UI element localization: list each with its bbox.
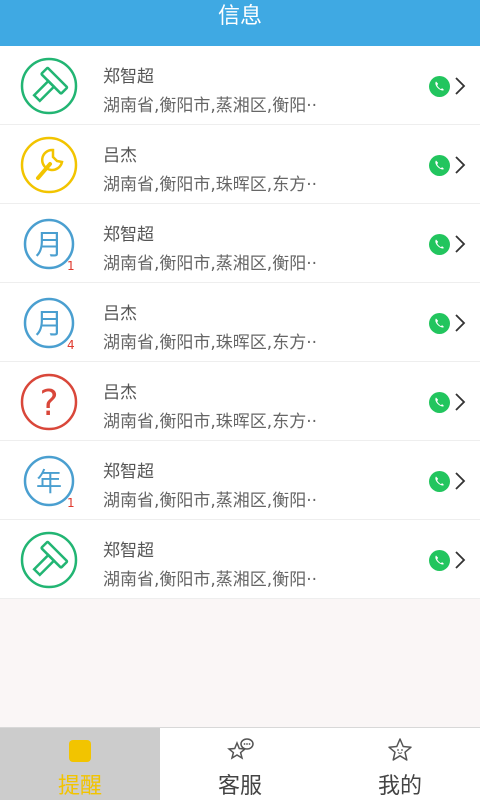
tab-label: 提醒: [57, 774, 102, 799]
tab-mine[interactable]: 我的: [320, 728, 480, 800]
phone-icon[interactable]: [429, 234, 450, 255]
list-item[interactable]: 年 1 郑智超 湖南省,衡阳市,蒸湘区,衡阳··: [0, 441, 480, 520]
contact-address: 湖南省,衡阳市,蒸湘区,衡阳··: [103, 96, 318, 116]
year-icon: 年 1: [20, 452, 78, 510]
phone-icon[interactable]: [429, 392, 450, 413]
phone-icon[interactable]: [429, 550, 450, 571]
count-badge: 4: [67, 338, 75, 352]
hammer-icon: [20, 531, 78, 589]
chevron-right-icon[interactable]: [454, 155, 466, 175]
contact-address: 湖南省,衡阳市,珠晖区,东方··: [103, 333, 318, 353]
list-item[interactable]: 吕杰 湖南省,衡阳市,珠晖区,东方··: [0, 125, 480, 204]
question-icon: ?: [20, 373, 78, 431]
chevron-right-icon[interactable]: [454, 550, 466, 570]
month-icon-text: 月: [35, 228, 63, 261]
contact-address: 湖南省,衡阳市,蒸湘区,衡阳··: [103, 570, 318, 590]
list-item[interactable]: 郑智超 湖南省,衡阳市,蒸湘区,衡阳··: [0, 46, 480, 125]
customer-service-icon: [225, 736, 255, 766]
contact-name: 吕杰: [103, 146, 137, 166]
contact-name: 郑智超: [103, 462, 154, 482]
tab-reminder[interactable]: 提醒: [0, 728, 160, 800]
contact-name: 郑智超: [103, 541, 154, 561]
phone-icon[interactable]: [429, 313, 450, 334]
contact-address: 湖南省,衡阳市,珠晖区,东方··: [103, 175, 318, 195]
list-item[interactable]: 月 4 吕杰 湖南省,衡阳市,珠晖区,东方··: [0, 283, 480, 362]
contact-name: 吕杰: [103, 304, 137, 324]
header-bar: 信息: [0, 0, 480, 46]
page-title: 信息: [217, 4, 262, 29]
month-icon: 月 4: [20, 294, 78, 352]
chevron-right-icon[interactable]: [454, 313, 466, 333]
chevron-right-icon[interactable]: [454, 392, 466, 412]
chevron-right-icon[interactable]: [454, 471, 466, 491]
contact-name: 郑智超: [103, 225, 154, 245]
phone-icon[interactable]: [429, 76, 450, 97]
wrench-icon: [20, 136, 78, 194]
contact-address: 湖南省,衡阳市,蒸湘区,衡阳··: [103, 254, 318, 274]
chevron-right-icon[interactable]: [454, 76, 466, 96]
month-icon: 月 1: [20, 215, 78, 273]
star-face-icon: [385, 736, 415, 766]
list-item[interactable]: ? 吕杰 湖南省,衡阳市,珠晖区,东方··: [0, 362, 480, 441]
phone-icon[interactable]: [429, 155, 450, 176]
contact-name: 吕杰: [103, 383, 137, 403]
contact-name: 郑智超: [103, 67, 154, 87]
question-icon-text: ?: [39, 383, 58, 424]
count-badge: 1: [67, 496, 75, 510]
tab-label: 我的: [377, 774, 422, 799]
phone-icon[interactable]: [429, 471, 450, 492]
reminder-icon: [65, 736, 95, 766]
message-list: 郑智超 湖南省,衡阳市,蒸湘区,衡阳·· 吕杰 湖南省,衡阳市,珠晖区,东方··: [0, 46, 480, 599]
count-badge: 1: [67, 259, 75, 273]
year-icon-text: 年: [36, 468, 62, 498]
hammer-icon: [20, 57, 78, 115]
list-item[interactable]: 郑智超 湖南省,衡阳市,蒸湘区,衡阳··: [0, 520, 480, 599]
list-item[interactable]: 月 1 郑智超 湖南省,衡阳市,蒸湘区,衡阳··: [0, 204, 480, 283]
tab-label: 客服: [217, 774, 262, 799]
month-icon-text: 月: [35, 307, 63, 340]
bottom-tab-bar: 提醒 客服 我的: [0, 727, 480, 800]
chevron-right-icon[interactable]: [454, 234, 466, 254]
contact-address: 湖南省,衡阳市,珠晖区,东方··: [103, 412, 318, 432]
contact-address: 湖南省,衡阳市,蒸湘区,衡阳··: [103, 491, 318, 511]
tab-customer-service[interactable]: 客服: [160, 728, 320, 800]
